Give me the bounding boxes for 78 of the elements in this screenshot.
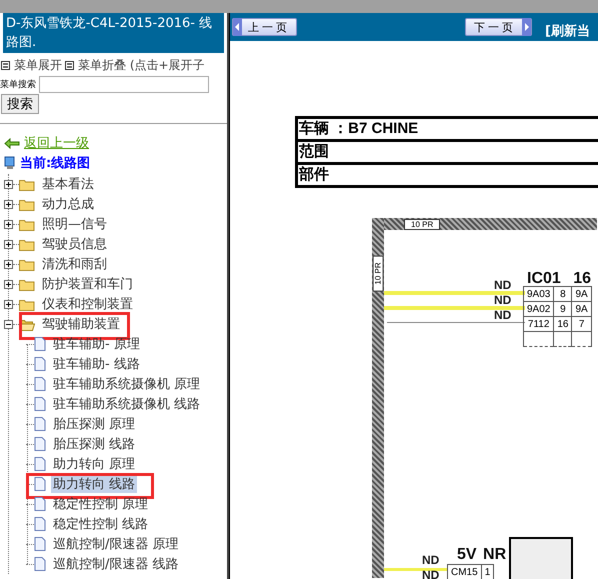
- tree-item[interactable]: 动力总成: [40, 195, 96, 213]
- document-icon: [34, 517, 46, 531]
- tree-item[interactable]: 驻车辅助系统摄像机 线路: [51, 395, 202, 413]
- table-cell: 16: [554, 316, 572, 332]
- tree-item[interactable]: 防护装置和车门: [40, 275, 135, 293]
- tree-item[interactable]: 驻车辅助系统摄像机 原理: [51, 375, 202, 393]
- expand-icon[interactable]: [4, 220, 13, 228]
- tree-item[interactable]: 助力转向 线路: [51, 475, 138, 493]
- frame-label: 10 PR: [404, 219, 440, 230]
- info-row: 范围: [298, 139, 598, 162]
- document-icon: [34, 357, 46, 371]
- info-row: 部件: [298, 162, 598, 185]
- tree-item[interactable]: 驻车辅助- 线路: [51, 355, 142, 373]
- menu-toggle-link[interactable]: 菜单展开: [14, 57, 62, 74]
- document-icon: [34, 537, 46, 551]
- wire-label: ND: [494, 294, 512, 307]
- tree-item[interactable]: 巡航控制/限速器 原理: [51, 535, 181, 553]
- document-icon: [34, 457, 46, 471]
- document-icon: [34, 477, 46, 491]
- tree-item[interactable]: 清洗和雨刮: [40, 255, 109, 273]
- search-label: 菜单搜索: [0, 78, 36, 91]
- table-cell: 1: [481, 564, 494, 579]
- wire-label: ND: [494, 309, 512, 322]
- table-cell: 9A: [572, 302, 592, 316]
- table-cell: 9A: [572, 286, 592, 302]
- collapse-icon[interactable]: [4, 320, 13, 328]
- wire-label: ND: [422, 554, 440, 567]
- window-title: D-东风雪铁龙-C4L-2015-2016- 线路图.: [3, 13, 224, 53]
- search-button[interactable]: 搜索: [1, 94, 39, 114]
- tree-item[interactable]: 助力转向 原理: [51, 455, 138, 473]
- table-cell: 7: [572, 316, 592, 332]
- computer-icon: [4, 156, 16, 170]
- document-icon: [34, 417, 46, 431]
- wire-label: ND: [494, 279, 512, 292]
- tree-item[interactable]: 稳定性控制 线路: [51, 515, 150, 533]
- table-cell: 9A02: [524, 302, 554, 316]
- expand-icon[interactable]: [4, 200, 13, 208]
- document-icon: [34, 337, 46, 351]
- table-cell: 9A03: [524, 286, 554, 302]
- wire: [384, 568, 448, 571]
- current-location: 当前:线路图: [20, 155, 90, 172]
- back-link[interactable]: 返回上一级: [24, 134, 89, 152]
- expand-icon[interactable]: [4, 260, 13, 268]
- tree-item[interactable]: 巡航控制/限速器 线路: [51, 555, 181, 573]
- tree-item[interactable]: 稳定性控制 原理: [51, 495, 150, 513]
- document-icon: [34, 497, 46, 511]
- document-icon: [34, 437, 46, 451]
- tree-item[interactable]: 照明—信号: [40, 215, 109, 233]
- tree-item[interactable]: 驻车辅助- 原理: [51, 335, 142, 353]
- collapse-box-icon: [65, 61, 74, 70]
- document-icon: [34, 397, 46, 411]
- table-cell: CM15: [448, 564, 482, 579]
- expand-icon[interactable]: [4, 280, 13, 288]
- expand-icon[interactable]: [4, 240, 13, 248]
- search-field[interactable]: [39, 76, 209, 93]
- previous-page-button[interactable]: 上一页: [232, 18, 297, 36]
- connector-title: IC01 16: [527, 270, 592, 288]
- table-cell: 8: [554, 286, 572, 302]
- frame-label: 10 PR: [372, 255, 384, 292]
- expand-icon[interactable]: [4, 300, 13, 308]
- tree-item[interactable]: 胎压探测 线路: [51, 435, 138, 453]
- tree-item[interactable]: 驾驶辅助装置: [40, 315, 122, 333]
- tree-item[interactable]: 驾驶员信息: [40, 235, 109, 253]
- table-cell: 9: [554, 302, 572, 316]
- document-icon: [34, 557, 46, 571]
- table-cell: 7112: [524, 316, 554, 332]
- next-page-button[interactable]: 下一页: [465, 18, 532, 36]
- tree-item[interactable]: 仪表和控制装置: [40, 295, 135, 313]
- refresh-link[interactable]: [刷新当: [545, 22, 590, 40]
- tree-item[interactable]: 胎压探测 原理: [51, 415, 138, 433]
- expand-icon[interactable]: [4, 180, 13, 188]
- tree-item[interactable]: 基本看法: [40, 175, 96, 193]
- left-arrow-icon: [4, 138, 20, 148]
- document-icon: [34, 377, 46, 391]
- menu-toggle-link[interactable]: 菜单折叠 (点击+展开子: [78, 57, 205, 74]
- connector-title: 5V NR: [457, 546, 506, 564]
- wire-label: ND: [422, 569, 440, 579]
- info-row-text: 车辆 ：B7 CHINE: [298, 119, 420, 139]
